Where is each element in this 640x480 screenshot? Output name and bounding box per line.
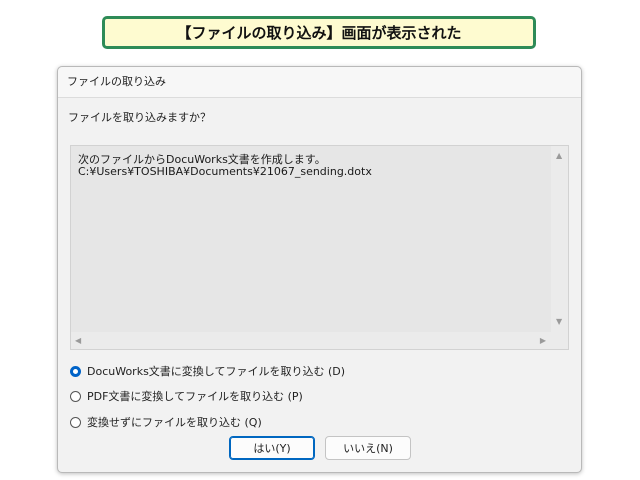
caption-text: 【ファイルの取り込み】画面が表示された xyxy=(176,24,462,42)
scroll-left-arrow-icon[interactable]: ◀ xyxy=(75,337,81,345)
vertical-scrollbar[interactable]: ▲ ▼ xyxy=(551,146,568,332)
import-file-dialog: ファイルの取り込み ファイルを取り込みますか？ 次のファイルからDocuWork… xyxy=(57,66,582,473)
option-label: PDF文書に変換してファイルを取り込む (P) xyxy=(87,390,303,403)
message-textarea[interactable]: 次のファイルからDocuWorks文書を作成します。 C:¥Users¥TOSH… xyxy=(70,145,569,350)
option-pdf-radio[interactable]: PDF文書に変換してファイルを取り込む (P) xyxy=(70,388,303,404)
yes-button[interactable]: はい(Y) xyxy=(229,436,315,460)
horizontal-scrollbar[interactable]: ◀ ▶ xyxy=(71,332,551,349)
radio-checked-icon[interactable] xyxy=(70,365,81,377)
scroll-down-arrow-icon[interactable]: ▼ xyxy=(556,318,562,326)
option-no-convert-radio[interactable]: 変換せずにファイルを取り込む (Q) xyxy=(70,414,262,430)
dialog-title: ファイルの取り込み xyxy=(67,75,166,88)
option-label: 変換せずにファイルを取り込む (Q) xyxy=(87,416,262,429)
radio-unchecked-icon[interactable] xyxy=(70,416,81,428)
no-button[interactable]: いいえ(N) xyxy=(325,436,411,460)
caption-banner: 【ファイルの取り込み】画面が表示された xyxy=(102,16,536,49)
scroll-right-arrow-icon[interactable]: ▶ xyxy=(540,337,546,345)
scrollbar-corner xyxy=(551,332,568,349)
option-label: DocuWorks文書に変換してファイルを取り込む (D) xyxy=(87,365,346,378)
dialog-titlebar: ファイルの取り込み xyxy=(58,67,581,98)
dialog-question: ファイルを取り込みますか？ xyxy=(68,111,211,124)
scroll-up-arrow-icon[interactable]: ▲ xyxy=(556,152,562,160)
message-line: C:¥Users¥TOSHIBA¥Documents¥21067_sending… xyxy=(78,165,372,178)
option-docuworks-radio[interactable]: DocuWorks文書に変換してファイルを取り込む (D) xyxy=(70,363,345,379)
radio-unchecked-icon[interactable] xyxy=(70,390,81,402)
